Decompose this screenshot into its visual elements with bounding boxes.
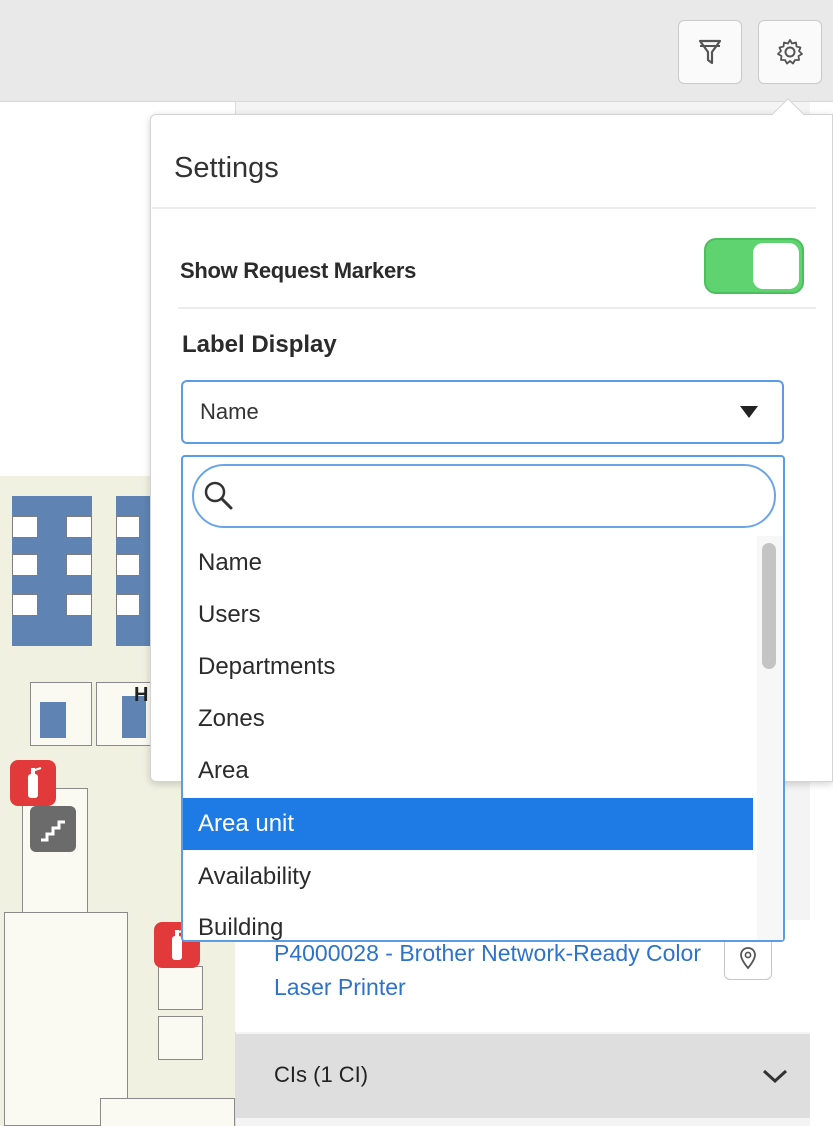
desk-seat — [12, 516, 38, 538]
desk-seat — [116, 516, 140, 538]
show-request-markers-label: Show Request Markers — [180, 258, 417, 283]
dropdown-option[interactable]: Name — [183, 537, 753, 589]
gear-icon — [777, 39, 803, 65]
room — [158, 966, 203, 1010]
label-display-selected-value: Name — [200, 399, 259, 424]
room — [100, 1098, 235, 1126]
desk-seat — [12, 554, 38, 576]
cis-section-label: CIs (1 CI) — [274, 1062, 369, 1087]
desk-seat — [66, 594, 92, 616]
toggle-knob — [753, 243, 799, 289]
locate-asset-button[interactable] — [724, 936, 772, 980]
filter-button[interactable] — [678, 20, 742, 84]
stairs-icon — [30, 806, 76, 852]
divider — [178, 307, 816, 309]
popover-title: Settings — [174, 152, 279, 184]
filter-icon — [698, 39, 722, 65]
chevron-down-icon[interactable] — [760, 1066, 790, 1086]
settings-button[interactable] — [758, 20, 822, 84]
dropdown-option[interactable]: Availability — [183, 851, 753, 903]
dropdown-option[interactable]: Zones — [183, 693, 753, 745]
desk-seat — [12, 594, 38, 616]
dropdown-option[interactable]: Users — [183, 589, 753, 641]
room — [158, 1016, 203, 1060]
dropdown-scrollbar-thumb[interactable] — [762, 543, 776, 669]
asset-link[interactable]: P4000028 - Brother Network-Ready Color L… — [274, 936, 704, 1004]
desk — [40, 702, 66, 738]
desk-seat — [66, 516, 92, 538]
room-label: H — [134, 684, 149, 706]
dropdown-option[interactable]: Departments — [183, 641, 753, 693]
dropdown-option-highlighted[interactable]: Area unit — [183, 798, 753, 850]
caret-down-icon[interactable] — [738, 404, 760, 420]
label-display-heading: Label Display — [182, 331, 337, 358]
desk-seat — [116, 594, 140, 616]
dropdown-option[interactable]: Building — [183, 902, 753, 940]
desk-seat — [66, 554, 92, 576]
dropdown-search-input[interactable] — [246, 472, 756, 520]
desk-seat — [116, 554, 140, 576]
show-request-markers-toggle[interactable] — [704, 238, 804, 294]
dropdown-option[interactable]: Area — [183, 745, 753, 797]
fire-extinguisher-icon — [10, 760, 56, 806]
label-display-select[interactable] — [181, 380, 784, 444]
search-icon — [204, 481, 233, 510]
room — [4, 912, 128, 1126]
divider — [152, 207, 816, 209]
map-pin-icon — [740, 947, 756, 970]
